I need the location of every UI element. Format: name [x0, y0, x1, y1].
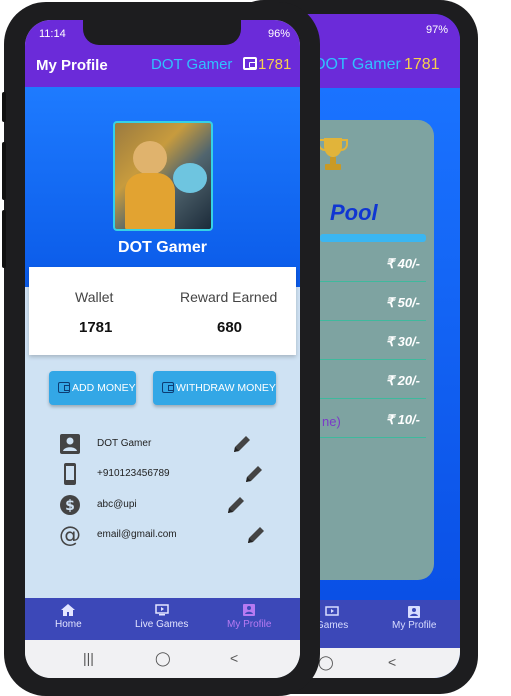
person-icon — [60, 434, 80, 454]
profile-display-name: DOT Gamer — [118, 239, 207, 256]
info-row-upi: $ abc@upi — [59, 494, 259, 520]
add-money-button[interactable]: ADD MONEY — [49, 371, 136, 405]
phone-side-button — [2, 92, 6, 122]
trophy-icon — [318, 138, 348, 170]
prize-note: ne) — [322, 414, 341, 429]
header-coins[interactable]: 1781 — [258, 56, 291, 73]
wallet-icon[interactable] — [243, 57, 257, 70]
wallet-icon — [58, 382, 70, 393]
back-battery: 97% — [425, 24, 448, 36]
nav-live-games-label: Live Games — [135, 619, 189, 630]
at-icon: @ — [59, 524, 81, 546]
prize-amount: ₹ 50/- — [385, 295, 420, 310]
pencil-icon[interactable] — [231, 433, 253, 455]
profile-icon — [408, 606, 421, 618]
home-button[interactable]: ◯ — [155, 650, 171, 667]
back-system-back[interactable]: < — [388, 654, 396, 670]
back-button[interactable]: < — [230, 650, 238, 666]
add-money-label: ADD MONEY — [72, 382, 136, 394]
back-nav-my-profile[interactable]: My Profile — [392, 606, 436, 631]
status-time: 11:14 — [39, 28, 66, 40]
recents-button[interactable]: ||| — [83, 650, 94, 666]
front-phone-screen: 11:14 96% My Profile DOT Gamer 1781 DOT … — [25, 20, 300, 678]
back-system-home[interactable]: ◯ — [318, 654, 334, 671]
dollar-icon: $ — [60, 495, 80, 515]
info-upi: abc@upi — [97, 499, 137, 510]
phone-side-button — [2, 142, 6, 200]
prize-amount: ₹ 30/- — [385, 334, 420, 349]
info-phone: +910123456789 — [97, 468, 170, 479]
prize-row: ₹ 40/- — [320, 244, 426, 282]
prize-row: ₹ 50/- — [320, 283, 426, 321]
reward-value: 680 — [217, 319, 243, 336]
nav-my-profile-label: My Profile — [227, 619, 272, 630]
header-username: DOT Gamer — [151, 56, 233, 73]
info-row-phone: +910123456789 — [59, 463, 269, 489]
profile-icon — [243, 604, 256, 616]
pencil-icon[interactable] — [243, 463, 265, 485]
info-row-name: DOT Gamer — [59, 433, 250, 459]
wallet-label: Wallet — [75, 289, 114, 305]
tv-icon — [325, 606, 339, 616]
pencil-icon[interactable] — [225, 494, 247, 516]
bottom-nav: Home Live Games My Profile — [25, 598, 300, 640]
withdraw-money-label: WITHDRAW MONEY — [176, 382, 276, 394]
prize-amount: ₹ 10/- — [385, 412, 420, 427]
pool-title: Pool — [330, 200, 378, 225]
wallet-icon — [162, 382, 174, 393]
info-row-email: @ email@gmail.com — [59, 524, 269, 550]
phone-side-button — [2, 210, 6, 268]
avatar[interactable] — [113, 121, 213, 231]
tv-icon — [154, 604, 169, 616]
prize-amount: ₹ 20/- — [385, 373, 420, 388]
wallet-value: 1781 — [79, 319, 113, 336]
svg-text:@: @ — [59, 524, 81, 546]
prize-row: ₹ 20/- — [320, 361, 426, 399]
nav-home[interactable]: Home — [55, 604, 82, 630]
status-battery: 96% — [267, 28, 290, 40]
nav-home-label: Home — [55, 619, 82, 630]
back-nav-live-games[interactable]: Games — [316, 606, 348, 631]
info-name: DOT Gamer — [97, 438, 152, 449]
info-email: email@gmail.com — [97, 529, 177, 540]
pool-divider — [320, 234, 426, 242]
phone-icon — [64, 463, 76, 485]
system-nav: ||| ◯ < — [25, 640, 300, 678]
app-header: My Profile DOT Gamer 1781 — [25, 45, 300, 87]
withdraw-money-button[interactable]: WITHDRAW MONEY — [153, 371, 276, 405]
nav-live-games[interactable]: Live Games — [135, 604, 188, 630]
prize-row: ₹ 30/- — [320, 322, 426, 360]
nav-my-profile[interactable]: My Profile — [227, 604, 271, 630]
profile-hero: DOT Gamer — [25, 87, 300, 287]
prize-amount: ₹ 40/- — [385, 256, 420, 271]
pencil-icon[interactable] — [245, 524, 267, 546]
page-title: My Profile — [36, 57, 108, 74]
stats-card: Wallet 1781 Reward Earned 680 — [29, 267, 296, 355]
camera-notch — [83, 20, 241, 45]
back-header-username: DOT Gamer — [314, 56, 401, 73]
back-header-coins: 1781 — [404, 56, 440, 73]
reward-label: Reward Earned — [180, 289, 278, 305]
back-nav-my-profile-label: My Profile — [392, 620, 437, 631]
home-icon — [61, 604, 76, 616]
back-nav-live-games-label: Games — [316, 620, 349, 631]
svg-text:$: $ — [65, 498, 75, 514]
